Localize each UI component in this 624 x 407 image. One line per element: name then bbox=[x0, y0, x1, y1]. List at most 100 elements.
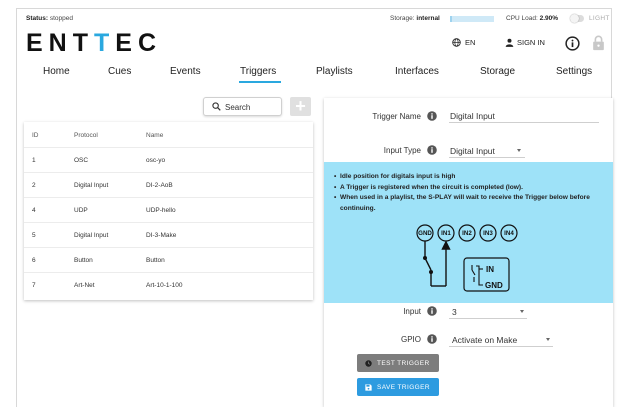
header-divider bbox=[24, 147, 313, 148]
column-header-id: ID bbox=[32, 132, 39, 139]
table-row-name[interactable]: DI-3-Make bbox=[146, 232, 176, 239]
table-row-protocol[interactable]: Button bbox=[74, 257, 93, 264]
pin-label: IN1 bbox=[441, 230, 451, 237]
row-divider bbox=[24, 197, 313, 198]
table-row-id[interactable]: 1 bbox=[32, 157, 36, 164]
info-icon[interactable] bbox=[565, 36, 580, 51]
add-trigger-button[interactable]: + bbox=[290, 97, 311, 116]
save-trigger-label: SAVE TRIGGER bbox=[377, 383, 430, 391]
info-line: Idle position for digitals input is high bbox=[334, 172, 609, 183]
table-row-protocol[interactable]: Art-Net bbox=[74, 282, 95, 289]
chevron-down-icon[interactable] bbox=[520, 310, 524, 313]
save-trigger-button[interactable]: SAVE TRIGGER bbox=[357, 378, 439, 396]
chevron-down-icon[interactable] bbox=[546, 338, 550, 341]
gpio-label: GPIO bbox=[400, 335, 421, 344]
table-row-name[interactable]: Art-10-1-100 bbox=[146, 282, 183, 289]
status-indicator: Status: stopped bbox=[26, 15, 73, 22]
row-divider bbox=[24, 172, 313, 173]
test-trigger-label: TEST TRIGGER bbox=[377, 359, 430, 367]
tab-storage[interactable]: Storage bbox=[480, 66, 515, 77]
table-row-id[interactable]: 5 bbox=[32, 232, 36, 239]
storage-bar bbox=[450, 16, 494, 22]
table-row-name[interactable]: Button bbox=[146, 257, 165, 264]
trigger-name-label: Trigger Name bbox=[372, 112, 421, 121]
table-row-protocol[interactable]: OSC bbox=[74, 157, 88, 164]
theme-label: LIGHT bbox=[589, 15, 610, 22]
language-selector[interactable]: EN bbox=[452, 38, 475, 47]
storage-value: internal bbox=[416, 15, 440, 22]
globe-icon bbox=[452, 38, 461, 47]
table-row-protocol[interactable]: Digital Input bbox=[74, 182, 108, 189]
theme-toggle-knob[interactable] bbox=[570, 14, 579, 23]
chevron-down-icon[interactable] bbox=[517, 149, 521, 152]
table-row-name[interactable]: UDP-hello bbox=[146, 207, 176, 214]
tab-playlists[interactable]: Playlists bbox=[316, 66, 353, 77]
gpio-select[interactable]: Activate on Make bbox=[452, 335, 517, 345]
table-row-id[interactable]: 7 bbox=[32, 282, 36, 289]
tab-home[interactable]: Home bbox=[43, 66, 70, 77]
tab-events[interactable]: Events bbox=[170, 66, 201, 77]
save-icon bbox=[365, 383, 372, 391]
tab-settings[interactable]: Settings bbox=[556, 66, 592, 77]
search-button[interactable]: Search bbox=[203, 97, 282, 116]
tab-interfaces[interactable]: Interfaces bbox=[395, 66, 439, 77]
table-row-id[interactable]: 6 bbox=[32, 257, 36, 264]
legend-gnd-label: GND bbox=[485, 281, 503, 290]
sign-in-button[interactable]: SIGN IN bbox=[505, 38, 545, 47]
pin-label: IN2 bbox=[462, 230, 472, 237]
pin-labels: GND IN1 IN2 IN3 IN4 bbox=[416, 224, 518, 242]
test-trigger-button[interactable]: TEST TRIGGER bbox=[357, 354, 439, 372]
table-row-name[interactable]: DI-2-AoB bbox=[146, 182, 173, 189]
pin-label: GND bbox=[418, 230, 432, 237]
legend-in-label: IN bbox=[486, 265, 494, 274]
wiring-diagram: GND IN1 IN2 IN3 IN4 IN GND bbox=[416, 224, 518, 292]
cpu-load-indicator: CPU Load: 2.90% bbox=[506, 15, 559, 22]
trigger-name-underline bbox=[449, 122, 599, 123]
input-underline bbox=[449, 318, 527, 319]
switch-legend: IN GND bbox=[463, 257, 510, 292]
info-line: When used in a playlist, the S-PLAY will… bbox=[334, 193, 609, 214]
input-select[interactable]: 3 bbox=[452, 307, 457, 317]
status-value: stopped bbox=[49, 15, 73, 22]
input-label: Input bbox=[403, 307, 421, 316]
input-type-label: Input Type bbox=[383, 146, 421, 155]
info-icon[interactable] bbox=[427, 145, 437, 155]
table-row-name[interactable]: osc-yo bbox=[146, 157, 165, 164]
row-divider bbox=[24, 247, 313, 248]
table-row-protocol[interactable]: Digital Input bbox=[74, 232, 108, 239]
triggers-table: ID Protocol Name 1 OSC osc-yo 2 Digital … bbox=[24, 122, 313, 300]
info-icon[interactable] bbox=[427, 111, 437, 121]
info-icon[interactable] bbox=[427, 306, 437, 316]
storage-bar-fill bbox=[450, 16, 453, 22]
storage-indicator: Storage: internal bbox=[390, 15, 440, 22]
user-icon bbox=[505, 38, 514, 47]
tab-cues[interactable]: Cues bbox=[108, 66, 131, 77]
input-type-select[interactable]: Digital Input bbox=[450, 146, 495, 156]
language-label: EN bbox=[465, 38, 476, 47]
trigger-name-input[interactable]: Digital Input bbox=[450, 111, 495, 121]
clock-icon bbox=[365, 359, 372, 367]
row-divider bbox=[24, 222, 313, 223]
table-row-id[interactable]: 2 bbox=[32, 182, 36, 189]
main-nav: Home Cues Events Triggers Playlists Inte… bbox=[24, 66, 610, 86]
switch-wiring bbox=[422, 240, 451, 287]
column-header-protocol: Protocol bbox=[74, 132, 98, 139]
digital-input-info: Idle position for digitals input is high… bbox=[324, 162, 613, 303]
pin-label: IN3 bbox=[483, 230, 493, 237]
status-bar: Status: stopped Storage: internal CPU Lo… bbox=[24, 14, 610, 27]
table-row-id[interactable]: 4 bbox=[32, 207, 36, 214]
info-line: A Trigger is registered when the circuit… bbox=[334, 183, 609, 194]
table-row-protocol[interactable]: UDP bbox=[74, 207, 88, 214]
trigger-editor-panel: Trigger Name Digital Input Input Type Di… bbox=[324, 98, 613, 407]
input-type-underline bbox=[449, 157, 525, 158]
lock-icon[interactable] bbox=[592, 35, 605, 51]
column-header-name: Name bbox=[146, 132, 164, 139]
pin-label: IN4 bbox=[504, 230, 514, 237]
gpio-underline bbox=[449, 346, 553, 347]
info-icon[interactable] bbox=[427, 334, 437, 344]
theme-toggle[interactable] bbox=[570, 14, 584, 23]
row-divider bbox=[24, 272, 313, 273]
enttec-logo: ENTTEC bbox=[26, 29, 163, 57]
tab-triggers[interactable]: Triggers bbox=[240, 66, 276, 77]
search-icon bbox=[212, 102, 221, 111]
